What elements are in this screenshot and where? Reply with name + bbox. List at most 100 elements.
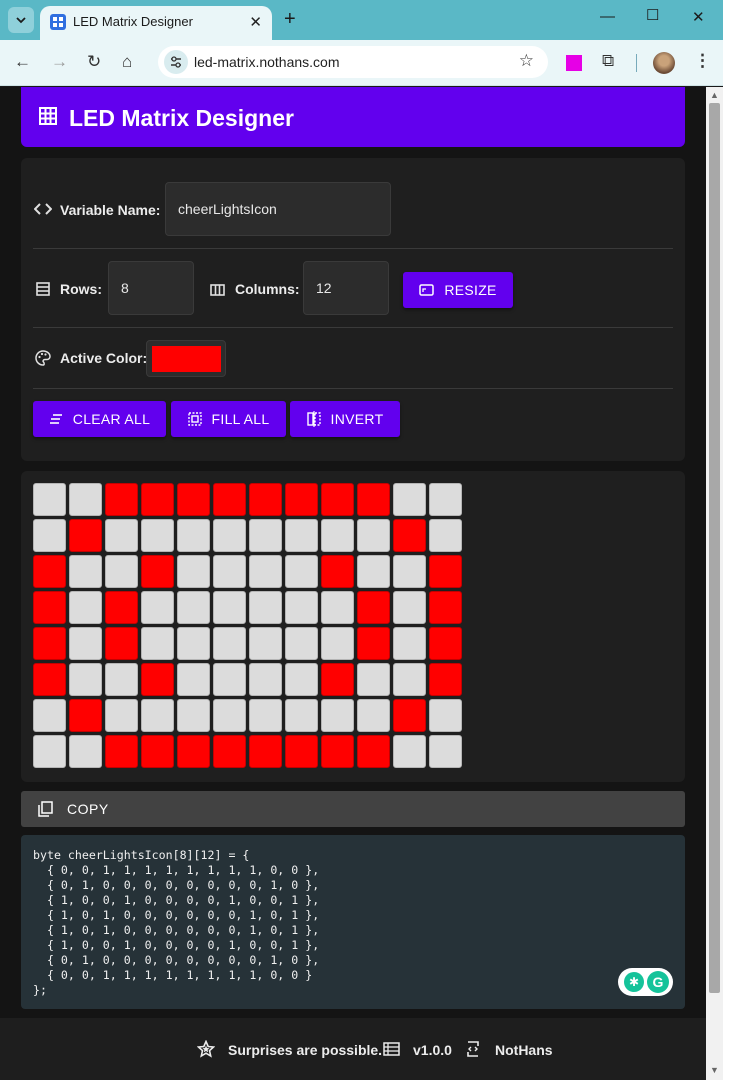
led-cell[interactable] [321,627,354,660]
scroll-up-icon[interactable]: ▲ [710,90,719,100]
led-cell[interactable] [393,555,426,588]
led-cell[interactable] [69,519,102,552]
led-cell[interactable] [429,663,462,696]
led-cell[interactable] [33,591,66,624]
led-cell[interactable] [321,699,354,732]
led-cell[interactable] [141,627,174,660]
close-window-icon[interactable]: ✕ [692,8,705,26]
led-cell[interactable] [177,627,210,660]
led-cell[interactable] [321,555,354,588]
led-cell[interactable] [357,555,390,588]
led-cell[interactable] [105,519,138,552]
led-cell[interactable] [213,699,246,732]
led-cell[interactable] [249,555,282,588]
site-info-icon[interactable] [164,50,188,74]
extensions-puzzle-icon[interactable]: ⧉ [602,51,614,71]
led-cell[interactable] [429,627,462,660]
led-cell[interactable] [141,591,174,624]
bookmark-star-icon[interactable]: ☆ [519,51,534,71]
led-cell[interactable] [321,735,354,768]
led-cell[interactable] [105,591,138,624]
more-menu-icon[interactable]: ⋮ [694,51,711,71]
led-cell[interactable] [213,627,246,660]
led-cell[interactable] [357,519,390,552]
invert-button[interactable]: INVERT [290,401,400,437]
lightbulb-icon[interactable]: ✱ [624,972,644,992]
led-cell[interactable] [105,663,138,696]
led-cell[interactable] [321,663,354,696]
reload-icon[interactable]: ↻ [87,52,101,72]
led-cell[interactable] [69,699,102,732]
browser-tab[interactable]: LED Matrix Designer ✕ [40,6,272,40]
grammarly-icon[interactable]: G [647,971,669,993]
led-cell[interactable] [69,735,102,768]
led-cell[interactable] [393,591,426,624]
led-cell[interactable] [213,555,246,588]
led-cell[interactable] [177,519,210,552]
led-cell[interactable] [105,483,138,516]
led-cell[interactable] [357,663,390,696]
clear-all-button[interactable]: CLEAR ALL [33,401,166,437]
home-icon[interactable]: ⌂ [122,52,132,72]
led-cell[interactable] [321,519,354,552]
led-cell[interactable] [429,699,462,732]
led-cell[interactable] [285,627,318,660]
led-cell[interactable] [429,735,462,768]
led-cell[interactable] [285,699,318,732]
led-cell[interactable] [177,699,210,732]
led-cell[interactable] [177,735,210,768]
close-tab-icon[interactable]: ✕ [249,13,262,31]
led-cell[interactable] [285,735,318,768]
led-cell[interactable] [69,591,102,624]
grammarly-widget[interactable]: ✱ G [618,968,673,996]
led-cell[interactable] [249,483,282,516]
led-cell[interactable] [177,591,210,624]
scrollbar-thumb[interactable] [709,103,720,993]
led-cell[interactable] [69,663,102,696]
led-cell[interactable] [33,699,66,732]
led-cell[interactable] [393,627,426,660]
led-cell[interactable] [213,483,246,516]
led-cell[interactable] [213,591,246,624]
page-scrollbar[interactable]: ▲ ▼ [706,87,723,1080]
led-cell[interactable] [213,663,246,696]
minimize-icon[interactable]: — [600,8,615,25]
led-cell[interactable] [393,519,426,552]
led-cell[interactable] [69,627,102,660]
led-cell[interactable] [69,555,102,588]
fill-all-button[interactable]: FILL ALL [171,401,286,437]
led-cell[interactable] [249,627,282,660]
led-cell[interactable] [177,483,210,516]
led-cell[interactable] [357,591,390,624]
led-cell[interactable] [249,735,282,768]
led-cell[interactable] [33,483,66,516]
maximize-icon[interactable]: ☐ [646,6,659,24]
resize-button[interactable]: RESIZE [403,272,513,308]
led-cell[interactable] [141,519,174,552]
led-cell[interactable] [249,591,282,624]
led-cell[interactable] [393,483,426,516]
profile-avatar[interactable] [653,52,675,74]
led-cell[interactable] [213,735,246,768]
led-cell[interactable] [105,735,138,768]
led-cell[interactable] [69,483,102,516]
led-cell[interactable] [105,627,138,660]
led-cell[interactable] [357,483,390,516]
led-cell[interactable] [285,555,318,588]
led-cell[interactable] [393,663,426,696]
rows-input[interactable]: 8 [108,261,194,315]
footer-author[interactable]: NotHans [495,1042,553,1058]
led-cell[interactable] [141,555,174,588]
copy-button[interactable]: COPY [21,791,685,827]
led-cell[interactable] [177,663,210,696]
led-cell[interactable] [249,699,282,732]
tab-search-button[interactable] [8,7,34,33]
columns-input[interactable]: 12 [303,261,389,315]
led-cell[interactable] [213,519,246,552]
led-cell[interactable] [285,663,318,696]
led-cell[interactable] [321,483,354,516]
led-cell[interactable] [393,735,426,768]
led-cell[interactable] [393,699,426,732]
led-cell[interactable] [33,519,66,552]
led-cell[interactable] [141,663,174,696]
